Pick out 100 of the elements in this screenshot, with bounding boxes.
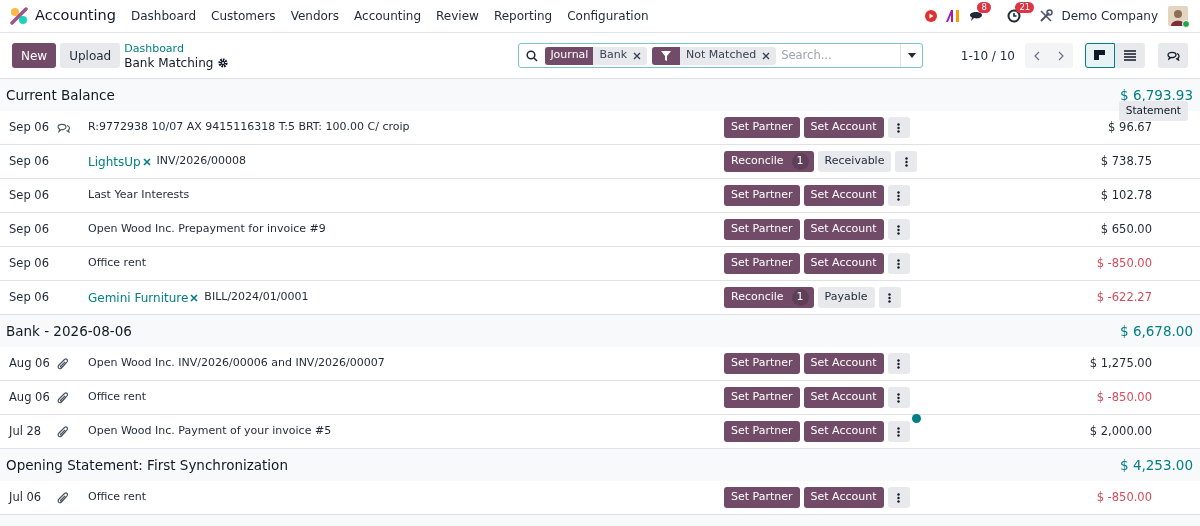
kebab-icon [897, 122, 901, 133]
action-button[interactable]: Set Account [803, 487, 884, 508]
paperclip-icon[interactable] [57, 425, 71, 438]
app-name[interactable]: Accounting [35, 5, 116, 27]
row-date: Jul 28 [7, 422, 43, 440]
more-button[interactable] [887, 421, 910, 442]
action-button[interactable]: Set Account [803, 219, 884, 240]
action-button[interactable]: Set Partner [724, 353, 800, 374]
action-button[interactable]: Set Account [803, 421, 884, 442]
close-icon[interactable] [633, 51, 642, 60]
gradient-logo-icon[interactable] [945, 9, 962, 23]
pager-value[interactable]: 1-10 / 10 [960, 46, 1015, 65]
search-facet[interactable]: Journal Bank [545, 46, 648, 65]
transaction-label: Open Wood Inc. Payment of your invoice #5 [88, 423, 332, 440]
row-amount: $ 2,000.00 [1088, 422, 1152, 440]
more-button[interactable] [887, 487, 910, 508]
more-button[interactable] [887, 253, 910, 274]
chat-icon[interactable] [57, 121, 71, 134]
row-amount: $ -850.00 [1095, 254, 1152, 272]
tools-icon[interactable] [1039, 9, 1054, 23]
remove-icon[interactable] [190, 293, 199, 302]
more-button[interactable] [887, 185, 910, 206]
action-button[interactable]: Set Partner [724, 185, 800, 206]
paperclip-icon[interactable] [57, 491, 71, 504]
more-button[interactable] [878, 287, 901, 308]
more-button[interactable] [895, 151, 918, 172]
action-button[interactable]: Set Account [803, 253, 884, 274]
kebab-icon [888, 292, 892, 303]
transaction-label: Office rent [88, 255, 146, 272]
more-button[interactable] [887, 387, 910, 408]
menu-item[interactable]: Review [436, 7, 479, 25]
app-logo-icon[interactable] [10, 7, 28, 25]
row-date: Sep 06 [8, 118, 50, 136]
remove-icon[interactable] [142, 157, 151, 166]
partner-link[interactable]: Gemini Furniture [88, 288, 189, 307]
paperclip-icon[interactable] [57, 357, 71, 370]
search-facet[interactable]: Not Matched [652, 46, 777, 65]
transaction-label: R:9772938 10/07 AX 9415116318 T:5 BRT: 100.00 C/ croip [88, 119, 410, 136]
action-button[interactable]: Set Partner [724, 219, 800, 240]
breadcrumb-link[interactable]: Dashboard [124, 41, 229, 56]
kebab-icon [904, 156, 908, 167]
row-date: Jul 06 [7, 488, 43, 506]
group-balance[interactable]: $ 6,678.00 [1120, 320, 1193, 342]
menu-item[interactable]: Customers [211, 7, 276, 25]
transaction-label: Office rent [88, 389, 146, 406]
search-field[interactable]: Journal Bank Not Matched Search... [518, 43, 924, 68]
row-amount: $ -622.27 [1095, 288, 1152, 306]
row-amount: $ 1,275.00 [1088, 354, 1152, 372]
transaction-label: BILL/2024/01/0001 [204, 289, 309, 306]
new-button[interactable]: New [12, 43, 57, 68]
transaction-label: Last Year Interests [88, 187, 190, 204]
action-button[interactable]: Set Account [803, 387, 884, 408]
more-button[interactable] [887, 117, 910, 138]
action-button[interactable]: Set Partner [724, 253, 800, 274]
close-icon[interactable] [762, 51, 771, 60]
settings-icon[interactable] [218, 57, 229, 68]
tooltip: Statement [1118, 101, 1188, 121]
view-button[interactable] [1085, 43, 1115, 68]
more-button[interactable] [887, 219, 910, 240]
menu-item[interactable]: Dashboard [130, 7, 197, 25]
group-title: Current Balance [6, 85, 115, 105]
view-button[interactable] [1115, 43, 1145, 68]
kebab-icon [897, 392, 901, 403]
row-date: Aug 06 [8, 354, 51, 372]
action-button[interactable]: Set Account [803, 185, 884, 206]
partner-link[interactable]: LightsUp [88, 152, 141, 171]
action-button[interactable]: Payable [817, 287, 875, 308]
row-date: Sep 06 [8, 220, 50, 238]
menu-item[interactable]: Reporting [493, 7, 553, 25]
avatar[interactable] [1168, 6, 1188, 26]
row-amount: $ 650.00 [1099, 220, 1152, 238]
group-balance[interactable]: $ 4,253.00 [1120, 454, 1193, 476]
row-amount: $ -850.00 [1095, 388, 1152, 406]
row-amount: $ 102.78 [1099, 186, 1152, 204]
record-icon[interactable] [925, 10, 938, 22]
menu-item[interactable]: Accounting [354, 7, 422, 25]
action-button[interactable]: Set Account [803, 353, 884, 374]
reconcile-button[interactable]: Reconcile 1 [724, 151, 814, 172]
menu-item[interactable]: Vendors [290, 7, 340, 25]
chatter-button[interactable] [1158, 43, 1188, 68]
action-button[interactable]: Set Partner [724, 387, 800, 408]
action-button[interactable]: Receivable [817, 151, 892, 172]
count-badge: 21 [1015, 2, 1035, 13]
more-button[interactable] [887, 353, 910, 374]
upload-button[interactable]: Upload [60, 43, 121, 68]
transaction-label: Open Wood Inc. Prepayment for invoice #9 [88, 221, 326, 238]
action-button[interactable]: Set Partner [724, 421, 800, 442]
paperclip-icon[interactable] [57, 391, 71, 404]
reconcile-button[interactable]: Reconcile 1 [724, 287, 814, 308]
kebab-icon [897, 358, 901, 369]
menu-item[interactable]: Configuration [567, 7, 649, 25]
kebab-icon [897, 492, 901, 503]
company-name[interactable]: Demo Company [1061, 7, 1158, 25]
row-date: Sep 06 [8, 288, 50, 306]
chevron-left-icon [1034, 50, 1040, 61]
action-button[interactable]: Set Partner [724, 487, 800, 508]
action-button[interactable]: Set Partner [724, 117, 800, 138]
chat-icon [1166, 50, 1180, 61]
caret-icon[interactable] [907, 53, 916, 58]
action-button[interactable]: Set Account [803, 117, 884, 138]
